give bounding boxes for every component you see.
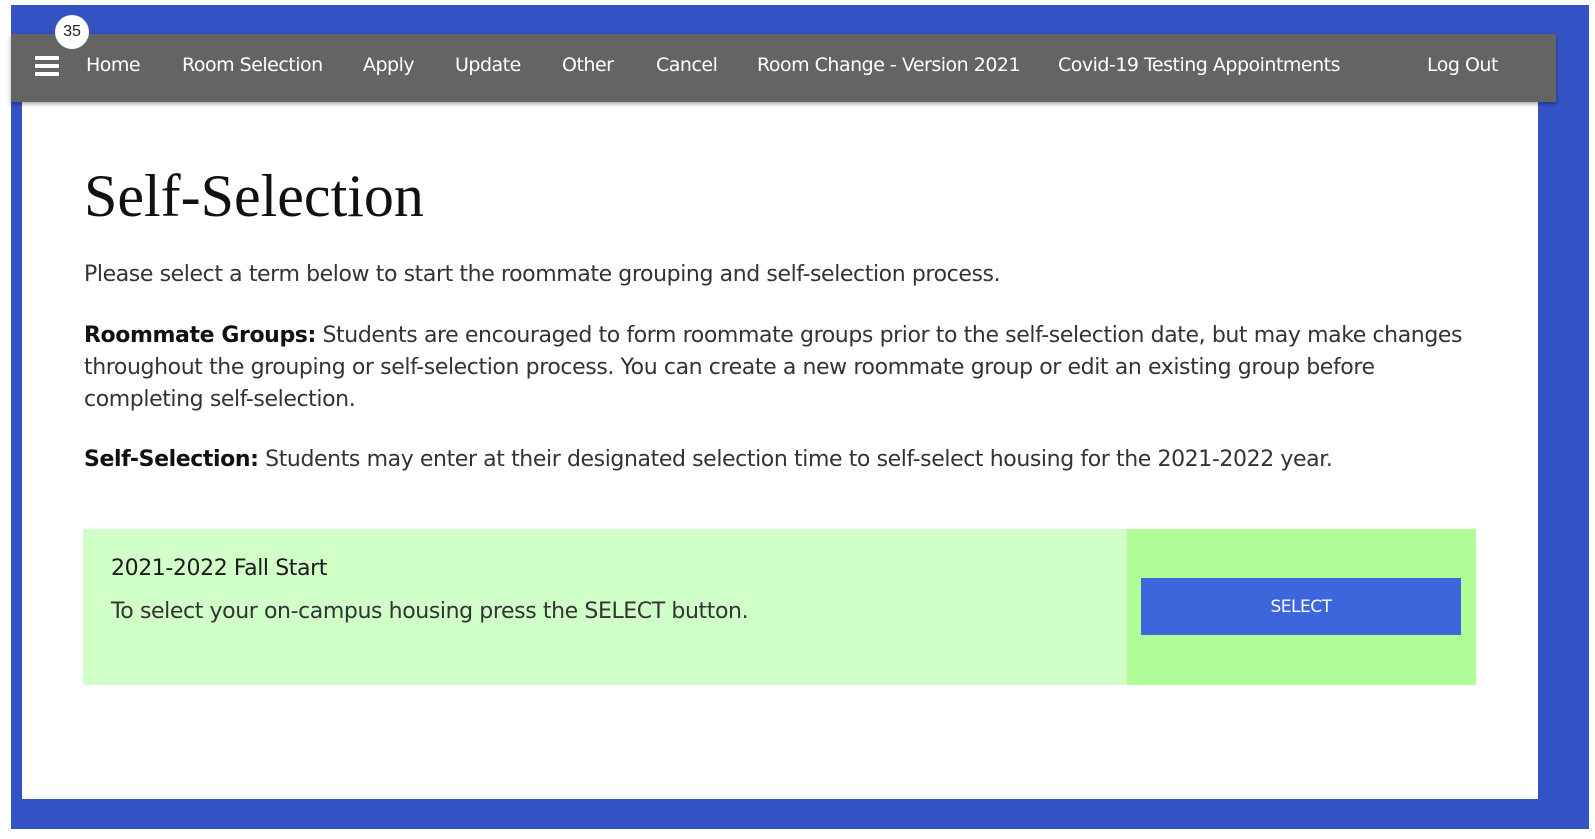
intro-text: Please select a term below to start the … xyxy=(84,262,1001,287)
nav-apply[interactable]: Apply xyxy=(363,54,415,76)
nav-room-change[interactable]: Room Change - Version 2021 xyxy=(757,54,1021,76)
self-selection-label: Self-Selection: xyxy=(84,447,259,472)
nav-other[interactable]: Other xyxy=(562,54,614,76)
menu-bar xyxy=(35,72,59,76)
term-title: 2021-2022 Fall Start xyxy=(111,556,327,581)
nav-cancel[interactable]: Cancel xyxy=(656,54,718,76)
notification-badge[interactable]: 35 xyxy=(55,15,89,49)
select-button[interactable]: SELECT xyxy=(1141,578,1461,635)
nav-room-selection[interactable]: Room Selection xyxy=(182,54,323,76)
roommate-groups-label: Roommate Groups: xyxy=(84,323,316,348)
term-card: 2021-2022 Fall Start To select your on-c… xyxy=(83,529,1476,685)
page-title: Self-Selection xyxy=(84,163,424,229)
menu-bar xyxy=(35,56,59,60)
nav-update[interactable]: Update xyxy=(455,54,521,76)
main-content: Self-Selection Please select a term belo… xyxy=(22,102,1538,799)
hamburger-menu-icon[interactable] xyxy=(35,56,59,76)
nav-log-out[interactable]: Log Out xyxy=(1427,54,1498,76)
menu-bar xyxy=(35,64,59,68)
term-description: To select your on-campus housing press t… xyxy=(111,599,749,624)
self-selection-paragraph: Self-Selection: Students may enter at th… xyxy=(84,444,1484,476)
self-selection-text: Students may enter at their designated s… xyxy=(258,447,1333,472)
nav-home[interactable]: Home xyxy=(86,54,141,76)
roommate-groups-paragraph: Roommate Groups: Students are encouraged… xyxy=(84,320,1464,416)
nav-covid-testing[interactable]: Covid-19 Testing Appointments xyxy=(1058,54,1341,76)
term-action-panel: SELECT xyxy=(1127,529,1476,685)
